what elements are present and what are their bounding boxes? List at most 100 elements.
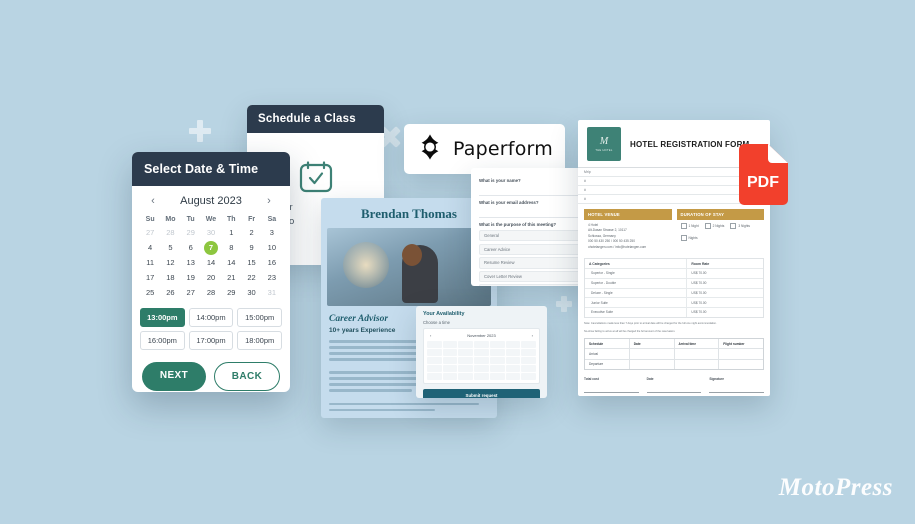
- select-date-time-card[interactable]: Select Date & Time ‹ August 2023 › Su Mo T…: [132, 152, 290, 392]
- name-input[interactable]: [479, 186, 585, 196]
- duration-checkbox[interactable]: 1 Night: [680, 223, 699, 229]
- purpose-option[interactable]: Career Advice›: [479, 243, 585, 255]
- purpose-option[interactable]: Interview Preparation›: [479, 284, 585, 286]
- availability-day-cell[interactable]: [474, 349, 489, 356]
- table-row[interactable]: Superior - Single US$ 70.00: [585, 268, 763, 279]
- availability-day-cell[interactable]: [458, 373, 474, 380]
- availability-day-cell[interactable]: [521, 341, 536, 348]
- rates-rows[interactable]: Superior - Single US$ 70.00 Superior - Dou…: [585, 268, 763, 317]
- calendar-day[interactable]: 1: [221, 226, 241, 239]
- availability-day-cell[interactable]: [474, 365, 489, 372]
- calendar-next-icon[interactable]: ›: [262, 195, 276, 207]
- availability-day-cell[interactable]: [521, 357, 536, 364]
- duration-checkbox[interactable]: 2 Nights: [704, 223, 724, 229]
- table-row[interactable]: Executive Suite US$ 70.00: [585, 308, 763, 317]
- calendar-day[interactable]: 6: [181, 241, 201, 254]
- hotel-footer-input[interactable]: [709, 381, 765, 393]
- calendar-day[interactable]: 21: [221, 271, 241, 284]
- schedule-row[interactable]: Arrival: [585, 349, 763, 360]
- calendar-day[interactable]: 22: [241, 271, 261, 284]
- availability-day-cell[interactable]: [521, 349, 536, 356]
- availability-day-cell[interactable]: [458, 357, 474, 364]
- calendar-day[interactable]: 4: [140, 241, 160, 254]
- availability-day-cell[interactable]: [521, 365, 536, 372]
- hotel-footer-input[interactable]: [646, 381, 702, 393]
- calendar[interactable]: ‹ August 2023 › Su Mo Tu We Th Fr Sa 27 28 29 30 1…: [132, 186, 290, 299]
- schedule-cell[interactable]: [675, 349, 720, 359]
- schedule-cell[interactable]: [719, 360, 763, 369]
- checkbox-icon[interactable]: [704, 223, 711, 229]
- hotel-footer-input[interactable]: [584, 381, 639, 393]
- calendar-day[interactable]: 14: [221, 256, 241, 269]
- purpose-option-list[interactable]: General›Career Advice› Resume Review›Cove…: [479, 230, 585, 286]
- calendar-day[interactable]: 29: [221, 286, 241, 299]
- time-slot[interactable]: 13:00pm: [140, 308, 185, 327]
- calendar-day[interactable]: 14: [201, 256, 221, 269]
- availability-day-cell[interactable]: [442, 349, 458, 356]
- time-slot[interactable]: 16:00pm: [140, 331, 185, 350]
- purpose-option[interactable]: Resume Review›: [479, 257, 585, 269]
- availability-calendar[interactable]: ‹ November 2023 ›: [423, 328, 540, 384]
- duration-checkbox[interactable]: 3 Nights: [730, 223, 750, 229]
- table-row[interactable]: Junior Suite US$ 70.00: [585, 298, 763, 309]
- calendar-day[interactable]: 11: [140, 256, 160, 269]
- next-button[interactable]: NEXT: [142, 362, 206, 391]
- schedule-row[interactable]: Departure: [585, 359, 763, 369]
- calendar-day-selected[interactable]: 7: [201, 241, 221, 254]
- availability-day-cell[interactable]: [442, 341, 458, 348]
- hotel-footer-field[interactable]: Date: [646, 377, 702, 393]
- availability-day-cell[interactable]: [442, 365, 458, 372]
- calendar-day[interactable]: 27: [140, 226, 160, 239]
- calendar-day[interactable]: 30: [241, 286, 261, 299]
- datetime-actions[interactable]: NEXT BACK: [132, 350, 290, 392]
- availability-day-cell[interactable]: [505, 349, 521, 356]
- purpose-option[interactable]: Cover Letter Review›: [479, 270, 585, 283]
- pdf-file-icon[interactable]: PDF: [736, 143, 791, 205]
- availability-day-cell[interactable]: [489, 373, 505, 380]
- availability-day-cell[interactable]: [442, 373, 458, 380]
- time-slot-list[interactable]: 13:00pm 14:00pm 15:00pm 16:00pm 17:00pm 18:00…: [132, 299, 290, 350]
- back-button[interactable]: BACK: [214, 362, 280, 391]
- calendar-day[interactable]: 13: [181, 256, 201, 269]
- calendar-day[interactable]: 28: [201, 286, 221, 299]
- availability-day-cell[interactable]: [427, 365, 442, 372]
- time-slot[interactable]: 17:00pm: [188, 331, 234, 350]
- calendar-day[interactable]: 9: [241, 241, 261, 254]
- availability-day-cell[interactable]: [458, 349, 474, 356]
- hotel-footer-field[interactable]: Total cost: [584, 377, 639, 393]
- duration-checkbox-list[interactable]: 1 Night 2 Nights 3 Nights Nights: [677, 220, 765, 241]
- travel-schedule-table[interactable]: Schedule Date Arrival time Flight number Ar…: [584, 338, 764, 370]
- paperform-logo-card[interactable]: Paperform: [404, 124, 565, 174]
- availability-day-cell[interactable]: [489, 365, 505, 372]
- availability-day-cell[interactable]: [521, 373, 536, 380]
- availability-day-cell[interactable]: [442, 357, 458, 364]
- calendar-day[interactable]: 16: [262, 256, 282, 269]
- calendar-day[interactable]: 31: [262, 286, 282, 299]
- email-input[interactable]: [479, 208, 585, 218]
- meeting-purpose-form-card[interactable]: What is your name? What is your email ad…: [471, 168, 593, 286]
- availability-day-cell[interactable]: [427, 357, 442, 364]
- availability-day-cell[interactable]: [489, 357, 505, 364]
- availability-day-cell[interactable]: [505, 357, 521, 364]
- availability-day-cell[interactable]: [427, 349, 442, 356]
- calendar-day[interactable]: 12: [160, 256, 180, 269]
- availability-day-cell[interactable]: [427, 373, 442, 380]
- calendar-day[interactable]: 3: [262, 226, 282, 239]
- calendar-day-grid[interactable]: 27 28 29 30 1 2 3 4 5 6 7 8 9 10 11 12 13 14 14 15 16 17 18 19 2…: [140, 226, 282, 299]
- calendar-day[interactable]: 20: [201, 271, 221, 284]
- calendar-day[interactable]: 23: [262, 271, 282, 284]
- calendar-nav[interactable]: ‹ August 2023 ›: [140, 190, 282, 213]
- availability-day-cell[interactable]: [427, 341, 442, 348]
- purpose-option[interactable]: General›: [479, 230, 585, 242]
- availability-day-cell[interactable]: [505, 373, 521, 380]
- schedule-cell[interactable]: [630, 359, 675, 369]
- availability-card[interactable]: Your Availability Choose a time ‹ Novemb…: [416, 306, 547, 398]
- submit-request-button[interactable]: Submit request: [423, 389, 540, 398]
- schedule-cell[interactable]: Departure: [585, 359, 630, 369]
- calendar-day[interactable]: 29: [181, 226, 201, 239]
- checkbox-icon[interactable]: [730, 223, 737, 229]
- calendar-day[interactable]: 30: [201, 226, 221, 239]
- table-row[interactable]: Deluxe - Single US$ 70.00: [585, 288, 763, 299]
- schedule-cell[interactable]: [719, 349, 763, 358]
- time-slot[interactable]: 18:00pm: [237, 331, 282, 350]
